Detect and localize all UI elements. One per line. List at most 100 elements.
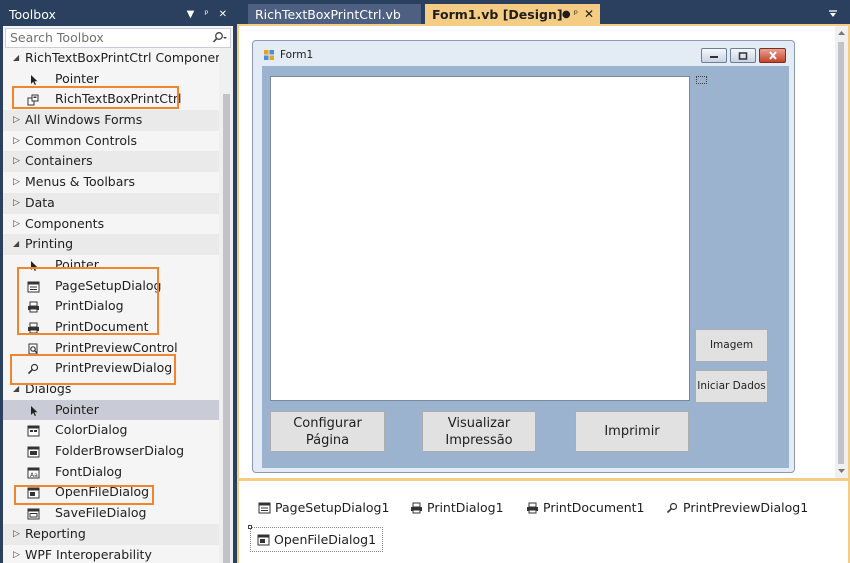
toolbox-item-folderbrowserdialog[interactable]: FolderBrowserDialog bbox=[3, 441, 219, 462]
toolbox-row-label: FontDialog bbox=[55, 463, 123, 479]
designer-editor: Form1 Imagem Iniciar Dados Configurar Pá… bbox=[237, 24, 850, 563]
rich-text-box[interactable] bbox=[270, 76, 690, 401]
button-label-line1: Configurar bbox=[293, 415, 362, 431]
toolbox-item-pointer[interactable]: Pointer bbox=[3, 69, 219, 90]
printer-icon bbox=[526, 502, 539, 514]
toolbox-item-pointer[interactable]: Pointer bbox=[3, 399, 219, 421]
toolbox-category-all-windows-forms[interactable]: ▷ All Windows Forms bbox=[3, 110, 219, 131]
iniciar-dados-button[interactable]: Iniciar Dados bbox=[695, 370, 768, 403]
toolbox-scrollbar[interactable] bbox=[219, 48, 233, 563]
button-label: Imagem bbox=[709, 339, 754, 351]
toolbox-category-menus-toolbars[interactable]: ▷ Menus & Toolbars bbox=[3, 172, 219, 193]
expanded-triangle-icon[interactable]: ◢ bbox=[13, 379, 19, 400]
collapsed-triangle-icon[interactable]: ▷ bbox=[13, 131, 20, 152]
pointer-icon bbox=[27, 405, 40, 417]
tab-overflow-icon[interactable] bbox=[828, 10, 838, 18]
toolbox-item-printdialog[interactable]: PrintDialog bbox=[3, 296, 219, 317]
tab-label: RichTextBoxPrintCtrl.vb bbox=[255, 7, 401, 22]
toolbox-close-icon[interactable]: ✕ bbox=[219, 5, 227, 25]
configurar-pagina-button[interactable]: Configurar Página bbox=[270, 411, 385, 452]
toolbox-row-label: Pointer bbox=[55, 256, 99, 272]
collapsed-triangle-icon[interactable]: ▷ bbox=[13, 110, 20, 131]
button-label-line1: Visualizar bbox=[447, 415, 511, 431]
toolbox-pin-icon[interactable]: ᵖ bbox=[204, 5, 208, 25]
font-icon: Aa bbox=[27, 467, 40, 479]
document-tabs: RichTextBoxPrintCtrl.vb Form1.vb [Design… bbox=[237, 4, 850, 26]
toolbox-item-printpreviewdialog[interactable]: PrintPreviewDialog bbox=[3, 358, 219, 379]
toolbox-panel: Toolbox ▼ ᵖ ✕ Search Toolbox ◢ RichTextBo… bbox=[0, 0, 234, 563]
toolbox-category-containers[interactable]: ▷ Containers bbox=[3, 151, 219, 173]
imprimir-button[interactable]: Imprimir bbox=[575, 411, 689, 452]
tray-print-preview-dialog1[interactable]: PrintPreviewDialog1 bbox=[666, 500, 808, 515]
toolbox-category-data[interactable]: ▷ Data bbox=[3, 192, 219, 214]
toolbox-row-label: Dialogs bbox=[25, 381, 72, 396]
toolbox-category-common-controls[interactable]: ▷ Common Controls bbox=[3, 131, 219, 152]
savefile-icon bbox=[27, 508, 40, 520]
tray-open-file-dialog1[interactable]: OpenFileDialog1 bbox=[248, 525, 384, 552]
toolbox-row-label: PrintPreviewDialog bbox=[55, 360, 173, 376]
collapsed-triangle-icon[interactable]: ▷ bbox=[13, 172, 20, 193]
toolbox-item-savefiledialog[interactable]: SaveFileDialog bbox=[3, 503, 219, 524]
form-title: Form1 bbox=[280, 49, 314, 61]
printer-icon bbox=[27, 322, 40, 334]
toolbox-category-reporting[interactable]: ▷ Reporting bbox=[3, 523, 219, 545]
toolbox-search-input[interactable]: Search Toolbox bbox=[5, 28, 231, 48]
close-icon[interactable]: ✕ bbox=[584, 4, 594, 25]
tray-page-setup-dialog1[interactable]: PageSetupDialog1 bbox=[258, 500, 389, 515]
minimize-button[interactable] bbox=[701, 48, 727, 63]
tab-form1-design[interactable]: Form1.vb [Design] ● ᵖ ✕ bbox=[425, 4, 600, 25]
form-title-bar: Form1 bbox=[263, 49, 313, 61]
toolbox-body: Search Toolbox ◢ RichTextBoxPrintCtrl Com… bbox=[3, 26, 233, 563]
collapsed-triangle-icon[interactable]: ▷ bbox=[13, 524, 20, 545]
collapsed-triangle-icon[interactable]: ▷ bbox=[13, 193, 20, 214]
toolbox-title: Toolbox bbox=[9, 7, 56, 22]
pointer-icon bbox=[27, 74, 40, 86]
imagem-button[interactable]: Imagem bbox=[695, 329, 768, 362]
toolbox-item-printdocument[interactable]: PrintDocument bbox=[3, 317, 219, 338]
toolbox-item-printpreviewcontrol[interactable]: PrintPreviewControl bbox=[3, 338, 219, 359]
expanded-triangle-icon[interactable]: ◢ bbox=[13, 234, 19, 255]
collapsed-triangle-icon[interactable]: ▷ bbox=[13, 545, 20, 563]
collapsed-triangle-icon[interactable]: ▷ bbox=[13, 214, 20, 235]
designer-scrollbar-thumb[interactable] bbox=[838, 42, 844, 464]
toolbox-item-fontdialog[interactable]: Aa FontDialog bbox=[3, 462, 219, 483]
toolbox-dropdown-icon[interactable]: ▼ bbox=[187, 5, 195, 25]
toolbox-row-label: RichTextBoxPrintCtrl bbox=[55, 91, 182, 107]
modified-dot-pin-icon[interactable]: ● ᵖ bbox=[562, 4, 578, 25]
toolbox-search-placeholder: Search Toolbox bbox=[10, 30, 104, 45]
toolbox-item-pagesetupdialog[interactable]: PageSetupDialog bbox=[3, 276, 219, 297]
toolbox-list: ◢ RichTextBoxPrintCtrl Components Pointer R… bbox=[3, 48, 233, 563]
tray-print-document1[interactable]: PrintDocument1 bbox=[526, 500, 644, 515]
collapsed-triangle-icon[interactable]: ▷ bbox=[13, 151, 20, 172]
toolbox-category-wpf-interoperability[interactable]: ▷ WPF Interoperability bbox=[3, 545, 219, 563]
expanded-triangle-icon[interactable]: ◢ bbox=[13, 48, 19, 69]
toolbox-item-richtextboxprintctrl[interactable]: RichTextBoxPrintCtrl bbox=[3, 89, 219, 110]
designer-scrollbar[interactable] bbox=[835, 26, 848, 478]
selection-handle[interactable] bbox=[696, 76, 707, 84]
toolbox-item-pointer[interactable]: Pointer bbox=[3, 255, 219, 276]
close-button[interactable] bbox=[759, 48, 786, 63]
toolbox-row-label: Pointer bbox=[55, 70, 99, 86]
toolbox-category-components[interactable]: ▷ Components bbox=[3, 214, 219, 235]
visualizar-impressao-button[interactable]: Visualizar Impressão bbox=[422, 411, 536, 452]
toolbox-item-colordialog[interactable]: ColorDialog bbox=[3, 420, 219, 441]
toolbox-item-openfiledialog[interactable]: OpenFileDialog bbox=[3, 482, 219, 503]
selection-corner-handle[interactable] bbox=[248, 525, 252, 529]
toolbox-category-richtextboxprintctrl-components[interactable]: ◢ RichTextBoxPrintCtrl Components bbox=[3, 48, 233, 69]
search-icon[interactable] bbox=[211, 31, 227, 45]
component-tray: PageSetupDialog1 PrintDialog1 PrintDocum… bbox=[239, 481, 848, 563]
toolbox-category-dialogs[interactable]: ◢ Dialogs bbox=[3, 379, 219, 400]
toolbox-scrollbar-thumb[interactable] bbox=[223, 94, 230, 563]
maximize-button[interactable] bbox=[730, 48, 756, 63]
pagesetup-icon bbox=[27, 281, 40, 293]
openfile-icon bbox=[257, 534, 270, 546]
tray-print-dialog1[interactable]: PrintDialog1 bbox=[410, 500, 504, 515]
form1-window[interactable]: Form1 Imagem Iniciar Dados Configurar Pá… bbox=[252, 40, 795, 473]
toolbox-row-label: FolderBrowserDialog bbox=[55, 443, 185, 459]
toolbox-category-printing[interactable]: ◢ Printing bbox=[3, 234, 219, 255]
form-client-area: Imagem Iniciar Dados Configurar Página V… bbox=[262, 66, 789, 468]
tray-component-label: PrintDocument1 bbox=[543, 500, 645, 515]
button-label: Iniciar Dados bbox=[697, 380, 766, 392]
tab-richtextboxprintctrl-vb[interactable]: RichTextBoxPrintCtrl.vb bbox=[248, 4, 421, 25]
printer-icon bbox=[27, 301, 40, 313]
